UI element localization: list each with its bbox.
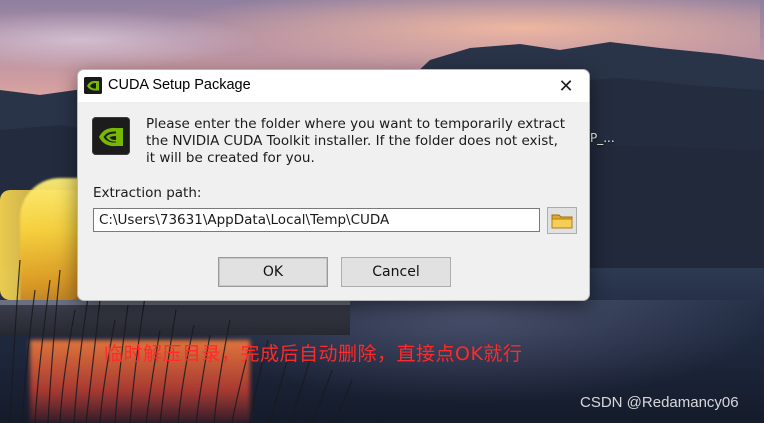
ok-button[interactable]: OK [218, 257, 328, 287]
desktop-icon-label[interactable]: P_... [590, 131, 615, 145]
title-bar[interactable]: CUDA Setup Package ✕ [78, 70, 589, 102]
extraction-path-input[interactable] [93, 208, 540, 232]
extraction-path-label: Extraction path: [93, 185, 202, 201]
nvidia-logo-icon [92, 117, 130, 155]
cuda-setup-dialog: CUDA Setup Package ✕ Please enter the fo… [77, 69, 590, 301]
close-icon: ✕ [558, 75, 574, 97]
instruction-text: Please enter the folder where you want t… [146, 116, 566, 166]
cancel-button[interactable]: Cancel [341, 257, 451, 287]
close-button[interactable]: ✕ [543, 70, 589, 102]
watermark: CSDN @Redamancy06 [580, 394, 739, 411]
nvidia-logo-icon [84, 77, 102, 94]
annotation-text: 临时解压目录，完成后自动删除，直接点OK就行 [104, 343, 523, 365]
dialog-title: CUDA Setup Package [108, 77, 251, 93]
browse-folder-button[interactable] [547, 207, 577, 234]
folder-icon [551, 214, 573, 228]
